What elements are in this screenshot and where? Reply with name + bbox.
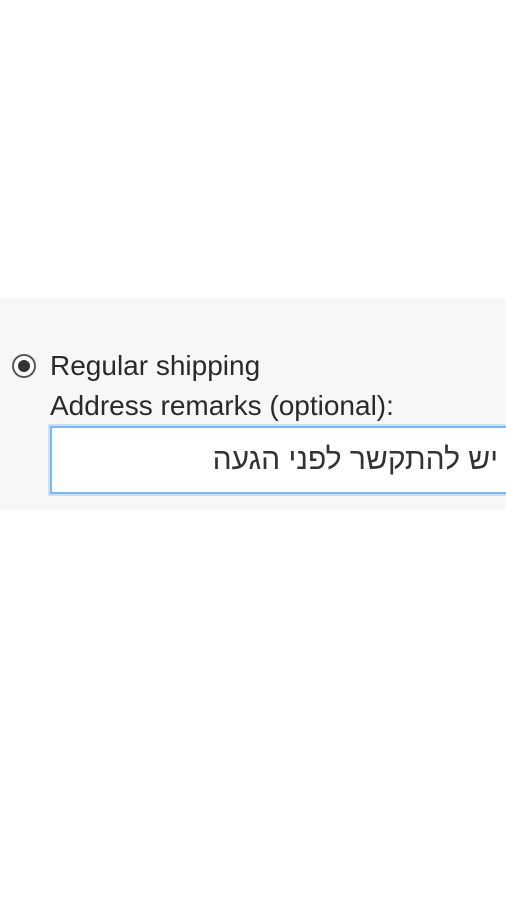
shipping-option-label: Regular shipping (50, 350, 260, 382)
radio-regular-shipping[interactable] (12, 354, 36, 378)
form-panel: Regular shipping Address remarks (option… (0, 298, 506, 510)
shipping-option-row: Regular shipping (12, 350, 260, 382)
address-remarks-label: Address remarks (optional): (50, 390, 394, 422)
address-remarks-input[interactable] (50, 426, 506, 494)
radio-dot-icon (18, 360, 30, 372)
